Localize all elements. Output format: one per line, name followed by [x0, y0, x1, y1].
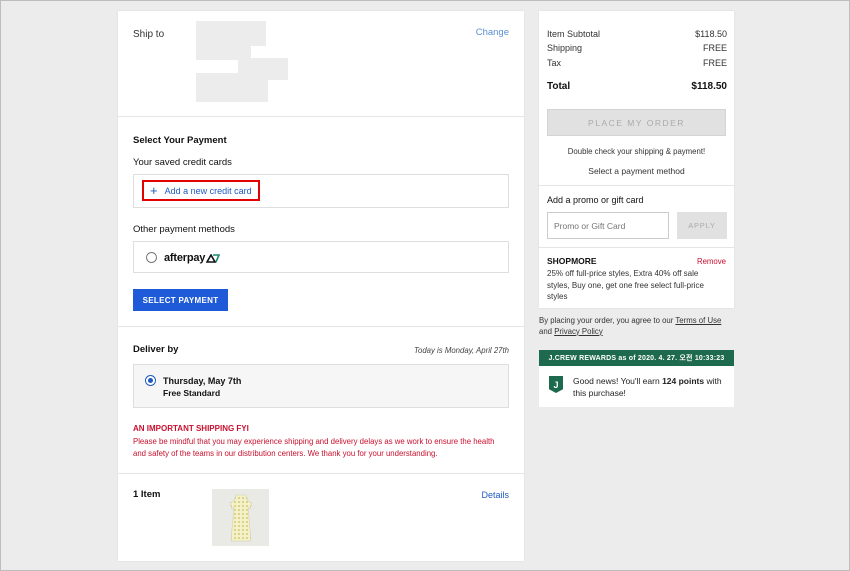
select-payment-note: Select a payment method: [588, 166, 685, 176]
terms-of-use-link[interactable]: Terms of Use: [675, 316, 721, 325]
divider: [539, 247, 734, 248]
afterpay-radio[interactable]: [146, 252, 157, 263]
order-summary-panel: Item Subtotal $118.50 Shipping FREE Tax …: [539, 11, 734, 308]
terms-text: By placing your order, you agree to our …: [539, 316, 739, 337]
add-credit-card-label: Add a new credit card: [164, 185, 252, 196]
payment-heading: Select Your Payment: [133, 135, 227, 146]
subtotal-value: $118.50: [695, 29, 727, 39]
tax-label: Tax: [547, 58, 562, 68]
rewards-bar: J.CREW REWARDS as of 2020. 4. 27. 오전 10:…: [539, 350, 734, 366]
afterpay-arrows-icon: [206, 253, 221, 263]
item-count: 1 Item: [133, 489, 161, 500]
shipping-value: FREE: [702, 43, 727, 53]
divider: [118, 326, 524, 327]
divider: [118, 473, 524, 474]
double-check-note: Double check your shipping & payment!: [567, 147, 706, 156]
shipping-row: Shipping FREE: [547, 43, 727, 53]
delivery-radio[interactable]: [145, 375, 156, 386]
shipping-label: Shipping: [547, 43, 583, 53]
divider: [118, 116, 524, 117]
apply-promo-button[interactable]: APPLY: [677, 212, 727, 239]
subtotal-row: Item Subtotal $118.50: [547, 29, 727, 39]
other-methods-label: Other payment methods: [133, 224, 235, 235]
saved-cards-label: Your saved credit cards: [133, 157, 232, 168]
rewards-box: J Good news! You'll earn 124 points with…: [539, 366, 734, 407]
change-address-link[interactable]: Change: [476, 27, 509, 38]
add-credit-card-button[interactable]: + Add a new credit card: [142, 180, 260, 201]
select-payment-button[interactable]: SELECT PAYMENT: [133, 289, 228, 311]
rewards-message: Good news! You'll earn 124 points with t…: [573, 376, 729, 399]
saved-cards-box: + Add a new credit card: [133, 174, 509, 208]
total-label: Total: [547, 81, 571, 92]
afterpay-logo: afterpay: [164, 252, 221, 264]
plus-icon: +: [150, 183, 158, 198]
tax-row: Tax FREE: [547, 58, 727, 68]
remove-promo-link[interactable]: Remove: [697, 257, 726, 266]
shipping-warning-text: Please be mindful that you may experienc…: [133, 437, 495, 458]
promo-input[interactable]: [547, 212, 669, 239]
privacy-policy-link[interactable]: Privacy Policy: [554, 327, 603, 336]
promo-heading: Add a promo or gift card: [547, 195, 644, 205]
terms-and: and: [539, 326, 553, 336]
item-details-link[interactable]: Details: [481, 490, 509, 500]
afterpay-label: afterpay: [164, 252, 206, 264]
terms-prefix: By placing your order, you agree to our: [539, 316, 674, 325]
tax-value: FREE: [702, 58, 727, 68]
shipping-warning-title: AN IMPORTANT SHIPPING FYI: [133, 424, 249, 433]
delivery-option[interactable]: Thursday, May 7th Free Standard: [133, 364, 509, 408]
checkout-main-panel: Ship to Change Select Your Payment Your …: [118, 11, 524, 561]
deliver-by-heading: Deliver by: [133, 344, 179, 355]
afterpay-option[interactable]: afterpay: [133, 241, 509, 273]
total-row: Total $118.50: [547, 81, 727, 92]
delivery-method: Free Standard: [163, 388, 221, 398]
ship-to-label: Ship to: [133, 29, 165, 40]
promo-description: 25% off full-price styles, Extra 40% off…: [547, 269, 704, 301]
divider: [539, 185, 734, 186]
dress-icon: [229, 494, 252, 541]
subtotal-label: Item Subtotal: [547, 29, 601, 39]
item-thumbnail[interactable]: [212, 489, 269, 546]
promo-code: SHOPMORE: [547, 256, 597, 266]
total-value: $118.50: [691, 81, 727, 92]
rewards-points: 124 points: [662, 376, 705, 386]
rewards-message-prefix: Good news! You'll earn: [573, 376, 660, 386]
place-order-button[interactable]: PLACE MY ORDER: [547, 109, 726, 136]
jcrew-rewards-icon: J: [549, 376, 563, 393]
delivery-date: Thursday, May 7th: [163, 376, 242, 386]
today-date: Today is Monday, April 27th: [413, 346, 509, 355]
